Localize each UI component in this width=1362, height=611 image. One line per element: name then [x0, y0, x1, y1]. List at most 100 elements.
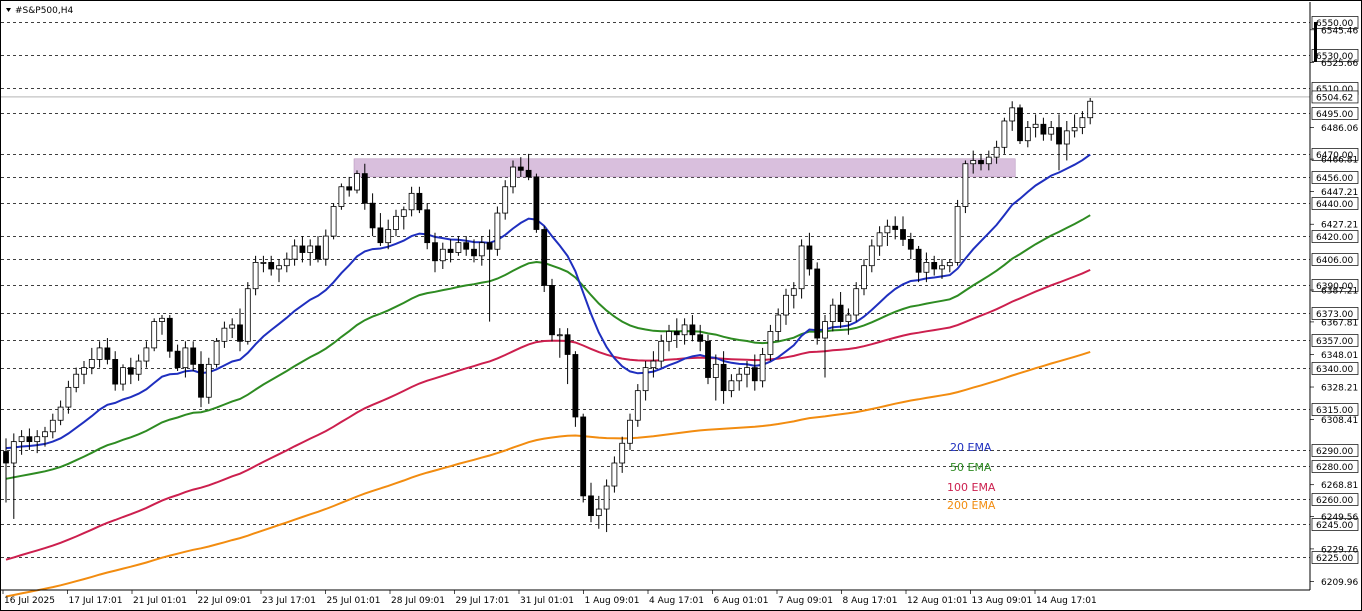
candle-body-bull: [1071, 127, 1078, 132]
candle-body-bull: [34, 436, 41, 443]
candle-body-bull: [759, 354, 766, 382]
price-tick-label: 6308.41: [1321, 416, 1358, 426]
candle-body-bear: [673, 331, 680, 336]
price-tick-label: 6328.21: [1321, 384, 1358, 394]
candle-body-bear: [806, 245, 813, 270]
candle: [205, 357, 212, 404]
candle-body-bull: [330, 206, 337, 237]
candle-body-bull: [946, 262, 953, 267]
candle-body-bear: [463, 242, 470, 250]
candle-body-bull: [213, 340, 220, 365]
candle: [814, 262, 821, 345]
candle-body-bull: [88, 359, 95, 369]
candle-body-bull: [627, 419, 633, 444]
candle-body-bear: [907, 238, 914, 250]
current-price-label: 6504.62: [1316, 93, 1353, 103]
price-level-label: 6357.00: [1316, 337, 1353, 347]
candle-body-bull: [338, 186, 345, 207]
candle: [572, 351, 579, 427]
candle-body-bull: [291, 245, 298, 260]
candle: [954, 199, 961, 266]
candle-body-bull: [42, 431, 48, 438]
candle-body-bull: [556, 334, 563, 337]
candle-body-bull: [853, 288, 860, 316]
candle-body-bear: [541, 229, 548, 286]
candle: [549, 278, 555, 342]
candle: [166, 315, 173, 358]
candle-body-bull: [1063, 130, 1070, 145]
candle-body-bull: [260, 262, 267, 264]
candle-body-bull: [439, 248, 446, 262]
candle-body-bear: [705, 340, 711, 378]
price-tick-label: 6466.81: [1321, 156, 1358, 166]
candle-body-bear: [588, 495, 594, 517]
legend-50-ema: 50 EMA: [950, 461, 992, 474]
candle-body-bull: [712, 363, 719, 378]
candle: [1017, 104, 1023, 145]
candle: [634, 384, 641, 427]
time-tick-label: 14 Aug 17:01: [1036, 596, 1097, 606]
candle-body-bull: [681, 324, 688, 336]
candle-body-bull: [244, 288, 251, 342]
candle-body-bull: [510, 166, 516, 188]
candle-body-bull: [829, 304, 836, 322]
price-level-label: 6440.00: [1316, 200, 1353, 210]
price-level-label: 6456.00: [1316, 174, 1353, 184]
time-tick-label: 28 Jul 09:01: [391, 596, 445, 606]
candle-body-bull: [611, 462, 618, 487]
candle-body-bull: [962, 163, 969, 207]
candle-body-bull: [884, 225, 891, 234]
candle-body-bull: [985, 156, 992, 165]
candle-body-bear: [978, 160, 984, 165]
candle-body-bull: [666, 331, 672, 342]
price-tick-label: 6209.96: [1321, 578, 1358, 588]
candle: [213, 338, 220, 368]
candle-body-bear: [525, 169, 532, 178]
candle-body-bull: [57, 406, 64, 421]
candle: [705, 334, 711, 385]
candle-body-bull: [775, 314, 782, 332]
candle: [244, 282, 251, 345]
price-level-label: 6495.00: [1316, 110, 1353, 120]
candle-body-bear: [931, 262, 938, 270]
candle-body-bull: [728, 380, 735, 392]
candle: [424, 203, 431, 250]
candle-body-bear: [471, 248, 477, 257]
candle-body-bear: [432, 242, 438, 262]
candle-body-bear: [892, 225, 899, 230]
candle-body-bear: [720, 363, 727, 392]
price-level-label: 6420.00: [1316, 233, 1353, 243]
candle-body-bull: [385, 229, 392, 244]
candle: [533, 173, 540, 233]
candle-body-bear: [900, 229, 906, 240]
price-tick-label: 6387.21: [1321, 287, 1358, 297]
price-level-label: 6290.00: [1316, 447, 1353, 457]
time-tick-label: 1 Aug 09:01: [585, 596, 640, 606]
time-tick-label: 7 Aug 09:01: [778, 596, 833, 606]
price-level-label: 6406.00: [1316, 256, 1353, 266]
candle: [541, 226, 548, 292]
candle-body-bear: [315, 245, 321, 260]
candle-body-bull: [642, 367, 649, 392]
candle-body-bull: [634, 390, 641, 421]
candle-body-bear: [112, 359, 119, 385]
candle-body-bull: [619, 442, 626, 464]
candle-body-bear: [533, 176, 540, 230]
price-level-label: 6260.00: [1316, 496, 1353, 506]
candle-body-bull: [120, 367, 126, 385]
candle-body-bull: [135, 360, 142, 375]
candle: [151, 318, 158, 352]
time-tick-label: 29 Jul 17:01: [456, 596, 510, 606]
price-tick-label: 6268.81: [1321, 481, 1358, 491]
candle-body-bear: [299, 245, 306, 253]
candle-body-bear: [572, 354, 579, 418]
candle-body-bear: [346, 186, 353, 191]
candle-body-bull: [143, 347, 150, 362]
time-tick-label: 8 Aug 17:01: [843, 596, 898, 606]
candle-body-bull: [650, 360, 657, 369]
candle-body-bull: [822, 321, 828, 339]
candle-body-bull: [494, 212, 501, 250]
candle: [338, 183, 345, 210]
price-chart[interactable]: 6550.006530.006510.006495.006470.006456.…: [0, 0, 1362, 611]
time-tick-label: 13 Aug 09:01: [972, 596, 1033, 606]
